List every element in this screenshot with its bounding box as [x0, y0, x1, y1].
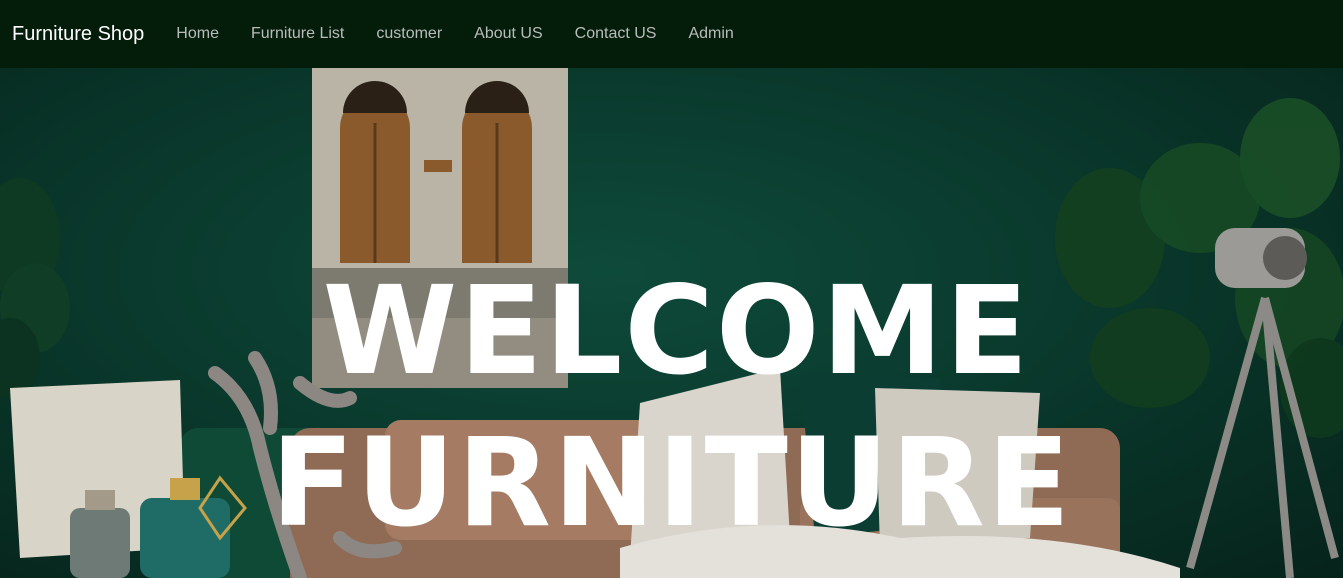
hero-title-line-1: WELCOME [322, 260, 1031, 402]
nav-link-customer[interactable]: customer [360, 25, 458, 43]
nav-link-furniture-list[interactable]: Furniture List [235, 25, 360, 43]
nav-link-contact-us[interactable]: Contact US [559, 25, 673, 43]
nav-link-home[interactable]: Home [160, 25, 235, 43]
navbar: Furniture Shop Home Furniture List custo… [0, 0, 1343, 68]
hero-title-line-2: FURNITURE [270, 412, 1073, 554]
hero-banner: WELCOME FURNITURE [0, 68, 1343, 578]
brand-link[interactable]: Furniture Shop [12, 23, 144, 46]
nav-link-admin[interactable]: Admin [672, 25, 749, 43]
nav-link-about-us[interactable]: About US [458, 25, 558, 43]
